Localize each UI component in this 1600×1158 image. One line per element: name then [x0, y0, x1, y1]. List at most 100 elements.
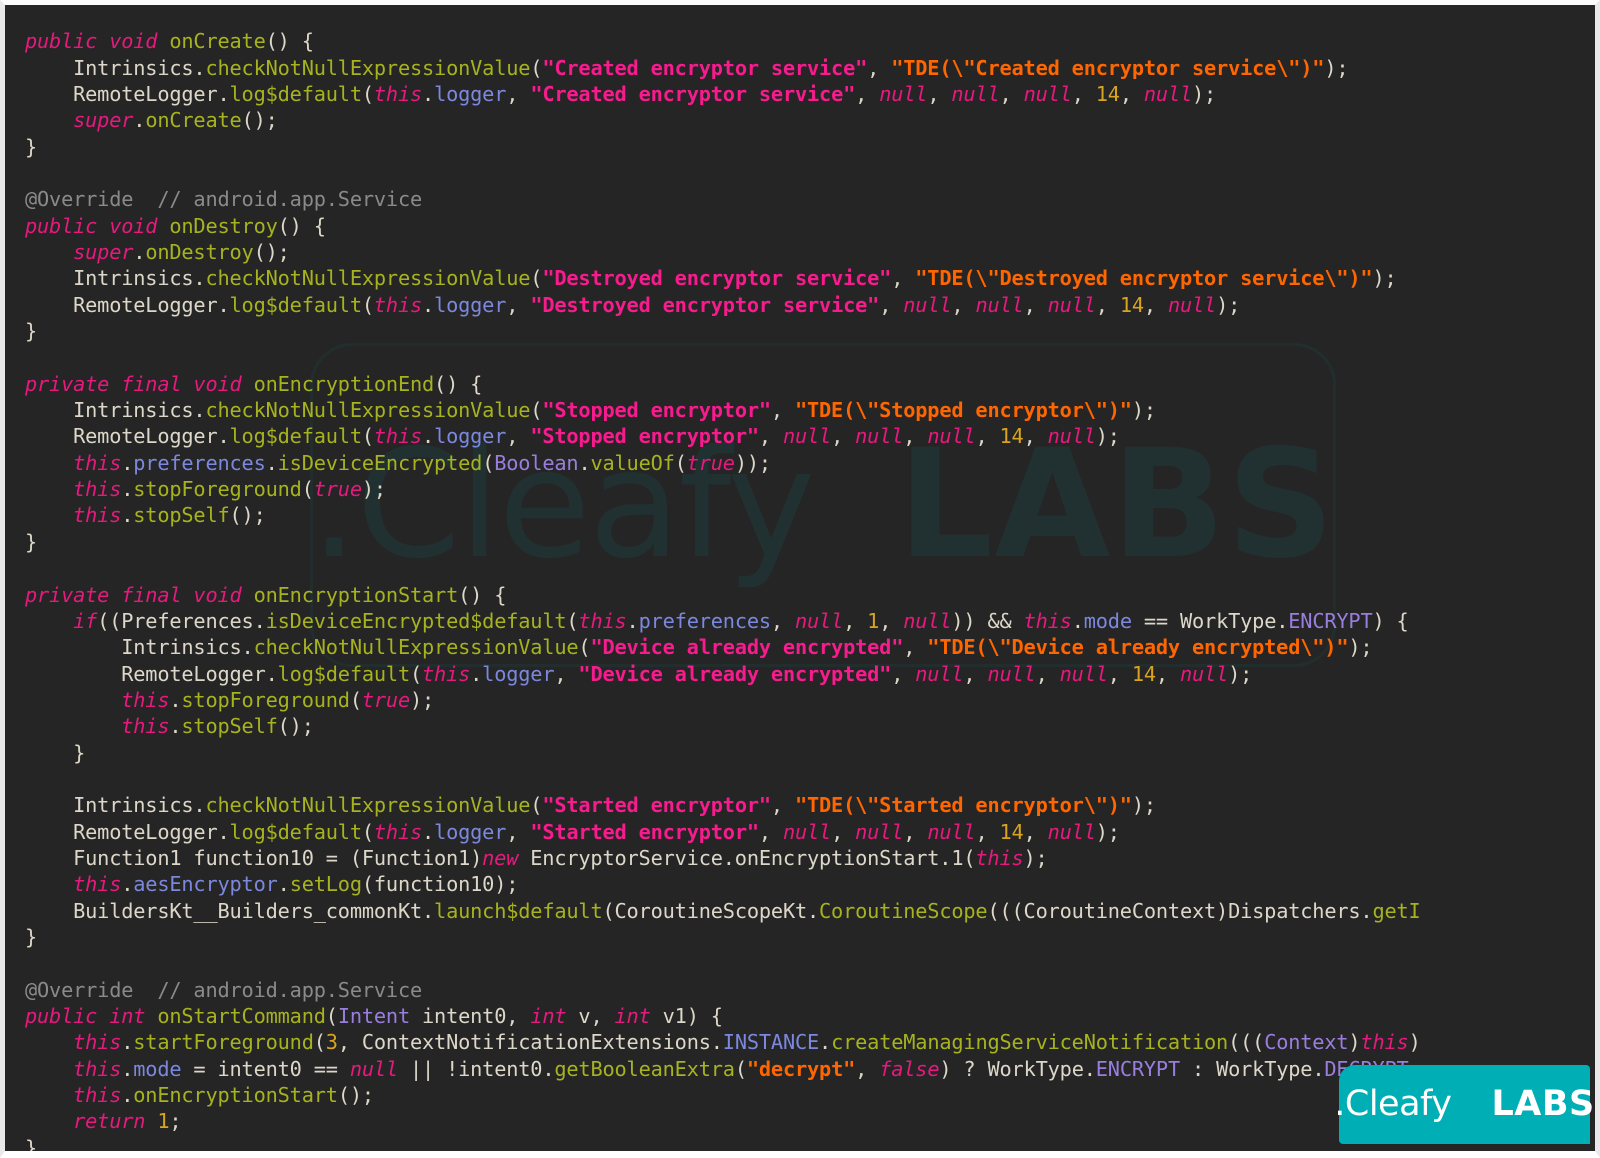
- source-code-listing[interactable]: public void onCreate() { Intrinsics.chec…: [5, 25, 1595, 1151]
- code-token: ,: [758, 424, 783, 449]
- code-viewer-window: .Cleafy LABS public void onCreate() { In…: [0, 0, 1600, 1158]
- code-token: "Created encryptor service": [542, 55, 868, 80]
- code-token: INSTANCE: [722, 1030, 820, 1055]
- code-token: (: [349, 687, 362, 712]
- code-token: ((Preferences.: [97, 608, 266, 633]
- code-token: (: [301, 477, 314, 502]
- code-line: }: [25, 924, 1595, 950]
- code-token: "Device already encrypted": [578, 661, 892, 686]
- code-token: .: [169, 687, 182, 712]
- code-token: 14: [1119, 292, 1144, 317]
- code-token: .: [422, 81, 435, 106]
- code-token: }: [25, 740, 86, 765]
- code-token: Intrinsics.: [25, 398, 206, 423]
- code-token: (: [578, 635, 591, 660]
- code-token: );: [361, 477, 386, 502]
- code-token: "TDE(\"Started encryptor\")": [794, 793, 1132, 818]
- code-token: }: [25, 924, 38, 949]
- code-token: mode: [133, 1056, 182, 1081]
- code-token: (CoroutineScopeKt.: [602, 898, 820, 923]
- code-token: onCreate: [169, 29, 266, 54]
- code-line: this.stopSelf();: [25, 713, 1595, 739]
- code-token: ,: [867, 55, 892, 80]
- code-token: (: [361, 81, 374, 106]
- code-token: ,: [1023, 292, 1048, 317]
- code-token: "TDE(\"Created encryptor service\")": [891, 55, 1325, 80]
- code-token: this: [373, 81, 423, 106]
- code-token: .: [819, 1030, 832, 1055]
- code-token: null: [903, 608, 952, 633]
- code-token: EncryptorService.onEncryptionStart.1(: [518, 845, 976, 870]
- code-token: = intent0 ==: [181, 1056, 350, 1081]
- code-token: stopSelf: [133, 503, 230, 528]
- code-line: @Override // android.app.Service: [25, 186, 1595, 212]
- code-token: ,: [831, 819, 856, 844]
- code-token: );: [1216, 292, 1241, 317]
- code-line: this.stopForeground(true);: [25, 476, 1595, 502]
- code-line: this.startForeground(3, ContextNotificat…: [25, 1029, 1595, 1055]
- code-token: ,: [1143, 292, 1168, 317]
- code-token: "Stopped encryptor": [542, 398, 771, 423]
- code-token: Intrinsics.: [25, 635, 254, 660]
- code-token: RemoteLogger.: [25, 661, 278, 686]
- code-token: false: [879, 1056, 940, 1081]
- code-token: ) {: [1372, 608, 1409, 633]
- code-token: getBooleanExtra: [554, 1056, 735, 1081]
- code-token: (((: [1228, 1030, 1265, 1055]
- code-token: true: [361, 687, 410, 712]
- code-token: ,: [903, 635, 928, 660]
- code-token: onDestroy: [145, 240, 254, 265]
- code-token: .: [265, 450, 278, 475]
- code-line: }: [25, 529, 1595, 555]
- code-token: this: [975, 845, 1024, 870]
- cleafy-labs-logo-badge: .Cleafy LABS: [1334, 1065, 1594, 1144]
- code-token: ,: [891, 266, 916, 291]
- code-token: @Override: [25, 977, 134, 1002]
- code-token: 1: [157, 1109, 170, 1134]
- code-token: onEncryptionEnd: [253, 371, 435, 396]
- code-token: intent0,: [410, 1004, 531, 1029]
- code-token: // android.app.Service: [157, 187, 423, 212]
- code-token: this: [73, 872, 122, 897]
- code-line: Intrinsics.checkNotNullExpressionValue("…: [25, 265, 1595, 291]
- code-token: this: [73, 1083, 122, 1108]
- code-token: createManagingServiceNotification: [831, 1030, 1229, 1055]
- code-token: ,: [903, 819, 928, 844]
- code-token: (: [482, 450, 495, 475]
- code-token: RemoteLogger.: [25, 424, 230, 449]
- code-token: ,: [770, 398, 795, 423]
- code-token: ,: [506, 424, 531, 449]
- code-token: ,: [879, 292, 904, 317]
- code-token: .: [422, 424, 435, 449]
- code-line: RemoteLogger.log$default(this.logger, "C…: [25, 81, 1595, 107]
- code-token: null: [1047, 424, 1096, 449]
- code-token: ,: [506, 81, 531, 106]
- code-token: ));: [734, 450, 771, 475]
- code-token: this: [121, 687, 170, 712]
- code-token: ,: [831, 424, 856, 449]
- code-line: }: [25, 134, 1595, 160]
- code-token: () {: [434, 371, 483, 396]
- logo-suffix-text: LABS: [1491, 1084, 1595, 1124]
- code-token: .: [422, 819, 435, 844]
- code-token: null: [855, 819, 904, 844]
- code-token: int: [530, 1004, 567, 1029]
- code-token: }: [25, 134, 38, 159]
- code-token: preferences: [638, 608, 772, 633]
- code-token: getI: [1372, 898, 1421, 923]
- code-token: this: [73, 450, 122, 475]
- code-token: () {: [265, 29, 314, 54]
- code-token: null: [1167, 292, 1217, 317]
- code-token: ,: [855, 1056, 880, 1081]
- code-token: Context: [1264, 1030, 1349, 1055]
- code-token: ) ? WorkType.: [939, 1056, 1096, 1081]
